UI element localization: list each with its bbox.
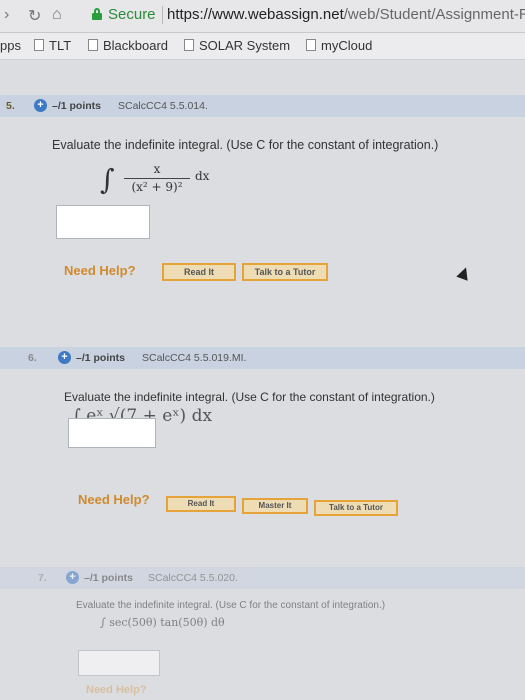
need-help-label: Need Help? bbox=[64, 263, 136, 278]
question-prompt: Evaluate the indefinite integral. (Use C… bbox=[52, 138, 439, 152]
bookmark-tlt[interactable]: TLT bbox=[34, 38, 71, 53]
question-reference: SCalcCC4 5.5.020. bbox=[148, 572, 238, 584]
bookmark-mycloud[interactable]: myCloud bbox=[306, 38, 372, 53]
question-reference: SCalcCC4 5.5.014. bbox=[118, 100, 208, 112]
url-rest: /web/Student/Assignment-Re bbox=[343, 6, 525, 23]
read-it-button[interactable]: Read It bbox=[166, 496, 236, 512]
plus-icon[interactable]: + bbox=[34, 99, 47, 112]
need-help-label: Need Help? bbox=[86, 684, 147, 696]
bookmark-label: Blackboard bbox=[103, 38, 169, 53]
page-icon bbox=[184, 39, 194, 51]
need-help-label: Need Help? bbox=[78, 492, 150, 507]
assignment-page: 5. + –/1 points SCalcCC4 5.5.014. Evalua… bbox=[0, 60, 525, 700]
bookmarks-bar: pps TLT Blackboard SOLAR System myCloud bbox=[0, 33, 525, 60]
question-number: 6. bbox=[28, 352, 37, 364]
bookmark-apps[interactable]: pps bbox=[0, 38, 21, 53]
fraction-bar bbox=[124, 178, 190, 179]
bookmark-label: SOLAR System bbox=[199, 38, 291, 53]
home-icon[interactable]: ⌂ bbox=[52, 6, 62, 24]
question-reference: SCalcCC4 5.5.019.MI. bbox=[142, 352, 247, 364]
differential: dx bbox=[195, 169, 210, 183]
page-icon bbox=[88, 39, 98, 51]
url-main: https://www.webassign.net bbox=[167, 6, 344, 23]
address-bar: › ↻ ⌂ Secure https://www.webassign.net/w… bbox=[0, 0, 525, 33]
integral-sign: ∫ bbox=[100, 163, 115, 196]
bookmark-blackboard[interactable]: Blackboard bbox=[88, 38, 168, 53]
points-label: –/1 points bbox=[52, 100, 102, 112]
answer-input-7[interactable] bbox=[78, 650, 160, 676]
answer-input-5[interactable] bbox=[56, 205, 150, 239]
divider bbox=[162, 6, 163, 24]
talk-to-tutor-button[interactable]: Talk to a Tutor bbox=[314, 500, 398, 516]
integrand-numerator: x bbox=[153, 162, 161, 176]
bookmark-label: pps bbox=[0, 38, 21, 53]
master-it-button[interactable]: Master It bbox=[242, 498, 308, 514]
question-prompt: Evaluate the indefinite integral. (Use C… bbox=[64, 390, 435, 404]
question-number: 7. bbox=[38, 572, 47, 584]
question-header-5: 5. + –/1 points SCalcCC4 5.5.014. bbox=[0, 95, 525, 117]
forward-icon[interactable]: › bbox=[4, 6, 9, 24]
page-icon bbox=[306, 39, 316, 51]
points-label: –/1 points bbox=[76, 352, 126, 364]
bookmark-solar-system[interactable]: SOLAR System bbox=[184, 38, 290, 53]
talk-to-tutor-button[interactable]: Talk to a Tutor bbox=[242, 263, 328, 281]
page-icon bbox=[34, 39, 44, 51]
secure-label: Secure bbox=[108, 6, 156, 23]
question-number: 5. bbox=[6, 100, 15, 112]
read-it-button[interactable]: Read It bbox=[162, 263, 236, 281]
question-prompt: Evaluate the indefinite integral. (Use C… bbox=[76, 600, 386, 611]
points-label: –/1 points bbox=[84, 572, 134, 584]
plus-icon[interactable]: + bbox=[58, 351, 71, 364]
integrand-expression: ∫ sec(50θ) tan(50θ) dθ bbox=[100, 616, 225, 629]
answer-input-6[interactable] bbox=[68, 418, 156, 448]
url-field[interactable]: https://www.webassign.net/web/Student/As… bbox=[167, 6, 525, 23]
question-header-7: 7. + –/1 points SCalcCC4 5.5.020. bbox=[0, 567, 525, 589]
question-header-6: 6. + –/1 points SCalcCC4 5.5.019.MI. bbox=[0, 347, 525, 369]
lock-icon bbox=[92, 8, 102, 20]
bookmark-label: TLT bbox=[49, 38, 72, 53]
integrand-denominator: (x² + 9)² bbox=[131, 180, 183, 194]
bookmark-label: myCloud bbox=[321, 38, 373, 53]
reload-icon[interactable]: ↻ bbox=[28, 6, 41, 26]
plus-icon[interactable]: + bbox=[66, 571, 79, 584]
